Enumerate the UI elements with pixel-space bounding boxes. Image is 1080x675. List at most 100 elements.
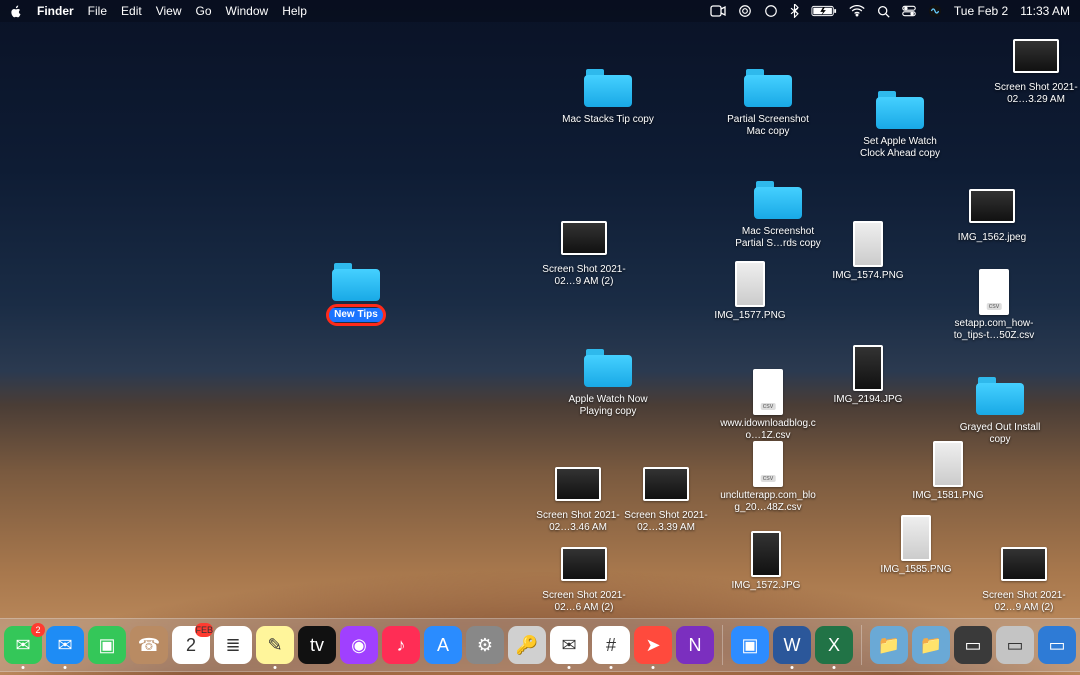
bluetooth-icon[interactable] <box>790 4 799 18</box>
dock-mail[interactable]: ✉ <box>46 626 84 664</box>
screenshot-346am-icon <box>552 462 604 506</box>
menu-left: Finder File Edit View Go Window Help <box>10 4 307 18</box>
menu-view[interactable]: View <box>156 4 182 18</box>
dock-facetime[interactable]: ▣ <box>88 626 126 664</box>
menu-right: Tue Feb 2 11:33 AM <box>710 4 1070 18</box>
mac-stacks-tip-folder[interactable]: Mac Stacks Tip copy <box>560 66 656 126</box>
desktop[interactable]: Mac Stacks Tip copy Partial Screenshot Ma… <box>0 22 1080 675</box>
img-1562-icon <box>966 184 1018 228</box>
menu-window[interactable]: Window <box>226 4 269 18</box>
screenshot-339am[interactable]: Screen Shot 2021-02…3.39 AM <box>618 462 714 534</box>
dock-notes[interactable]: ✎ <box>256 626 294 664</box>
new-tips-folder[interactable]: New Tips <box>308 260 404 322</box>
screenshot-329am[interactable]: Screen Shot 2021-02…3.29 AM <box>988 34 1080 106</box>
dock-contacts[interactable]: ☎ <box>130 626 168 664</box>
clock-time[interactable]: 11:33 AM <box>1020 4 1070 18</box>
idownloadblog-csv-icon <box>742 370 794 414</box>
unclutterapp-csv-icon <box>742 442 794 486</box>
menu-go[interactable]: Go <box>196 4 212 18</box>
running-indicator <box>833 666 836 669</box>
img-1577[interactable]: IMG_1577.PNG <box>702 262 798 322</box>
battery-icon[interactable] <box>811 5 837 17</box>
partial-screenshot-mac-folder[interactable]: Partial Screenshot Mac copy <box>720 66 816 138</box>
img-1585-label: IMG_1585.PNG <box>880 564 951 576</box>
screenshot-9am-2[interactable]: Screen Shot 2021-02…9 AM (2) <box>536 216 632 288</box>
screenshot-9am-2b-icon <box>998 542 1050 586</box>
dock-separator <box>861 625 862 665</box>
apple-watch-now-playing-folder-icon <box>582 346 634 390</box>
dock-onenote[interactable]: N <box>676 626 714 664</box>
clock-date[interactable]: Tue Feb 2 <box>954 4 1008 18</box>
siri-icon[interactable] <box>928 4 942 18</box>
unclutterapp-csv-label: unclutterapp.com_blog_20…48Z.csv <box>720 490 816 514</box>
running-indicator <box>568 666 571 669</box>
mac-screenshot-partial-folder-label: Mac Screenshot Partial S…rds copy <box>730 226 826 250</box>
img-1572[interactable]: IMG_1572.JPG <box>718 532 814 592</box>
img-1585[interactable]: IMG_1585.PNG <box>868 516 964 576</box>
dock-music[interactable]: ♪ <box>382 626 420 664</box>
idownloadblog-csv-label: www.idownloadblog.co…1Z.csv <box>720 418 816 442</box>
running-indicator <box>610 666 613 669</box>
menu-help[interactable]: Help <box>282 4 307 18</box>
img-1581[interactable]: IMG_1581.PNG <box>900 442 996 502</box>
badge: FEB <box>195 623 213 637</box>
apple-watch-now-playing-folder-label: Apple Watch Now Playing copy <box>560 394 656 418</box>
dock-reminders[interactable]: ≣ <box>214 626 252 664</box>
screenshot-346am[interactable]: Screen Shot 2021-02…3.46 AM <box>530 462 626 534</box>
dock-messenger[interactable]: ✉ <box>550 626 588 664</box>
apple-menu-icon[interactable] <box>10 5 23 18</box>
screenshot-6am-2[interactable]: Screen Shot 2021-02…6 AM (2) <box>536 542 632 614</box>
dock-slack[interactable]: # <box>592 626 630 664</box>
img-2194[interactable]: IMG_2194.JPG <box>820 346 916 406</box>
img-2194-icon <box>842 346 894 390</box>
mac-screenshot-partial-folder[interactable]: Mac Screenshot Partial S…rds copy <box>730 178 826 250</box>
dock-word[interactable]: W <box>773 626 811 664</box>
dock-settings[interactable]: ⚙ <box>466 626 504 664</box>
dock: ☺⊞◎◉✉2✉▣☎2FEB≣✎tv◉♪A⚙🔑✉#➤N▣WX📁📁▭▭▭▭▭▭ <box>0 618 1080 672</box>
screenshot-339am-label: Screen Shot 2021-02…3.39 AM <box>618 510 714 534</box>
menu-edit[interactable]: Edit <box>121 4 142 18</box>
dock-calendar[interactable]: 2FEB <box>172 626 210 664</box>
dock-jumpshare[interactable]: ➤ <box>634 626 672 664</box>
dock-messages[interactable]: ✉2 <box>4 626 42 664</box>
dock-excel[interactable]: X <box>815 626 853 664</box>
img-1572-label: IMG_1572.JPG <box>732 580 801 592</box>
spotlight-icon[interactable] <box>877 5 890 18</box>
dock-separator <box>722 625 723 665</box>
unclutterapp-csv[interactable]: unclutterapp.com_blog_20…48Z.csv <box>720 442 816 514</box>
menu-file[interactable]: File <box>88 4 107 18</box>
new-tips-folder-label[interactable]: New Tips <box>329 308 383 322</box>
setapp-csv[interactable]: setapp.com_how-to_tips-t…50Z.csv <box>946 270 1042 342</box>
dock-downloads-folder[interactable]: 📁 <box>912 626 950 664</box>
wifi-icon[interactable] <box>849 5 865 17</box>
airpods-icon[interactable] <box>764 4 778 18</box>
dock-min-win-3[interactable]: ▭ <box>1038 626 1076 664</box>
screenshot-9am-2b[interactable]: Screen Shot 2021-02…9 AM (2) <box>976 542 1072 614</box>
screenshot-329am-label: Screen Shot 2021-02…3.29 AM <box>988 82 1080 106</box>
img-1585-icon <box>890 516 942 560</box>
control-center-icon[interactable] <box>902 5 916 17</box>
app-name[interactable]: Finder <box>37 4 74 18</box>
img-1562[interactable]: IMG_1562.jpeg <box>944 184 1040 244</box>
dock-zoom[interactable]: ▣ <box>731 626 769 664</box>
new-tips-folder-icon <box>330 260 382 304</box>
facetime-status-icon[interactable] <box>710 5 726 17</box>
dock-keychain[interactable]: 🔑 <box>508 626 546 664</box>
dock-recents-folder[interactable]: 📁 <box>870 626 908 664</box>
img-1577-icon <box>724 262 776 306</box>
menu-bar: Finder File Edit View Go Window Help Tue… <box>0 0 1080 22</box>
idownloadblog-csv[interactable]: www.idownloadblog.co…1Z.csv <box>720 370 816 442</box>
img-1572-icon <box>740 532 792 576</box>
dock-appstore[interactable]: A <box>424 626 462 664</box>
apple-watch-now-playing-folder[interactable]: Apple Watch Now Playing copy <box>560 346 656 418</box>
set-apple-watch-clock-ahead-folder[interactable]: Set Apple Watch Clock Ahead copy <box>852 88 948 160</box>
dock-min-win-2[interactable]: ▭ <box>996 626 1034 664</box>
running-indicator <box>274 666 277 669</box>
dock-podcasts[interactable]: ◉ <box>340 626 378 664</box>
img-1574-icon <box>842 222 894 266</box>
img-1574[interactable]: IMG_1574.PNG <box>820 222 916 282</box>
dock-tv[interactable]: tv <box>298 626 336 664</box>
creative-cloud-icon[interactable] <box>738 4 752 18</box>
dock-min-win-1[interactable]: ▭ <box>954 626 992 664</box>
grayed-out-install-folder[interactable]: Grayed Out Install copy <box>952 374 1048 446</box>
